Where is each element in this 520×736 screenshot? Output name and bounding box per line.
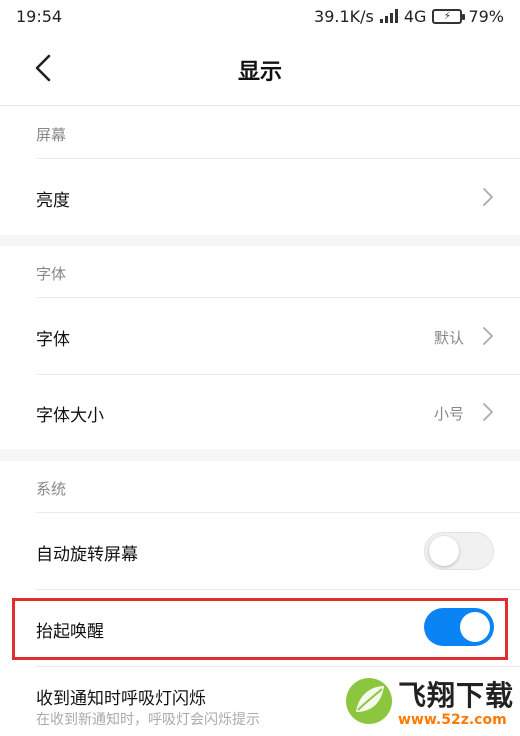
toggle-knob	[429, 536, 459, 566]
lift-to-wake-toggle[interactable]	[424, 608, 494, 646]
watermark: 飞翔下载 www.52z.com	[344, 666, 520, 736]
section-gap	[0, 449, 520, 461]
network-type: 4G	[403, 6, 427, 26]
font-label: 字体	[36, 330, 70, 350]
font-row[interactable]: 字体 默认	[0, 298, 520, 374]
font-value: 默认	[433, 329, 464, 347]
watermark-title: 飞翔下载	[398, 679, 515, 712]
page-title: 显示	[237, 60, 282, 85]
auto-rotate-label: 自动旋转屏幕	[36, 545, 138, 565]
auto-rotate-toggle[interactable]	[424, 532, 494, 570]
status-bar: 19:54 39.1K/s 4G ⚡ 79%	[0, 0, 520, 32]
section-gap	[0, 235, 520, 246]
font-size-value: 小号	[433, 405, 464, 423]
battery-icon: ⚡	[432, 8, 466, 24]
toggle-knob	[460, 612, 490, 642]
status-time: 19:54	[16, 6, 63, 26]
section-label-screen: 屏幕	[36, 126, 67, 144]
font-size-row[interactable]: 字体大小 小号	[0, 375, 520, 449]
brightness-row[interactable]: 亮度	[0, 159, 520, 235]
top-bar: 显示	[0, 32, 520, 106]
chevron-right-icon	[483, 188, 493, 206]
status-indicators: 39.1K/s 4G ⚡ 79%	[314, 7, 504, 26]
notification-light-label: 收到通知时呼吸灯闪烁	[36, 689, 206, 709]
watermark-text: 飞翔下载 www.52z.com	[398, 674, 514, 728]
lift-to-wake-row: 抬起唤醒	[0, 590, 520, 666]
section-label-font: 字体	[36, 265, 67, 283]
battery-percent: 79%	[468, 6, 504, 26]
font-size-label: 字体大小	[36, 406, 104, 426]
signal-icon	[379, 9, 398, 23]
network-speed: 39.1K/s	[314, 6, 374, 26]
lift-to-wake-label: 抬起唤醒	[36, 622, 104, 642]
brightness-label: 亮度	[36, 191, 70, 211]
section-label-system: 系统	[36, 480, 67, 498]
notification-light-description: 在收到新通知时，呼吸灯会闪烁提示	[36, 712, 260, 728]
leaf-logo-icon	[346, 678, 392, 724]
chevron-right-icon	[483, 327, 493, 345]
chevron-right-icon	[483, 403, 493, 421]
auto-rotate-row: 自动旋转屏幕	[0, 513, 520, 589]
watermark-url: www.52z.com	[398, 712, 507, 728]
